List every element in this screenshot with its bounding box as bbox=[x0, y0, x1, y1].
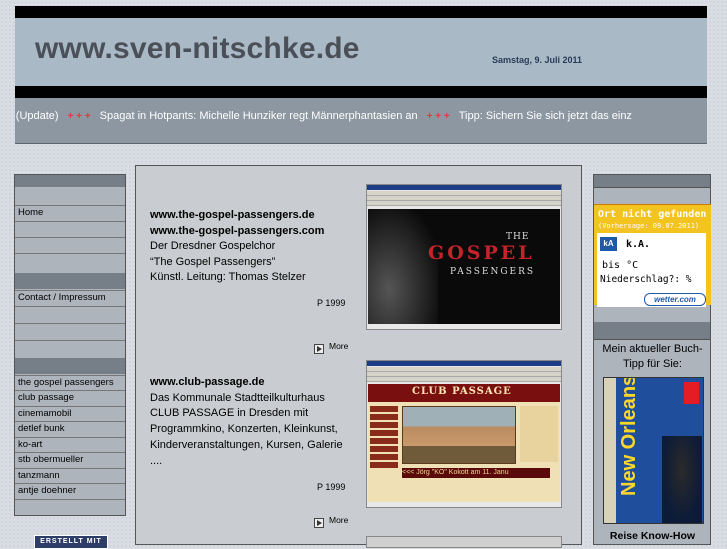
entry-text: Kinderveranstaltungen, Kursen, Galerie bbox=[150, 439, 343, 451]
ticker-item[interactable]: rt (Update) bbox=[15, 110, 59, 122]
nav-spacer bbox=[15, 221, 125, 236]
entry-year: P 1999 bbox=[317, 482, 346, 492]
erstellt-mit-badge[interactable]: ERSTELLT MIT bbox=[34, 535, 108, 549]
weather-widget[interactable]: Ort nicht gefunden (Vorhersage: 09.07.20… bbox=[594, 204, 711, 307]
browser-addressbar bbox=[367, 201, 561, 206]
weather-location: Ort nicht gefunden bbox=[598, 209, 707, 220]
news-ticker: rt (Update) + + + Spagat in Hotpants: Mich… bbox=[15, 98, 707, 144]
nav-spacer bbox=[15, 253, 125, 268]
gospel-logo-the: THE bbox=[506, 232, 530, 242]
book-cover-title: New Orleans bbox=[618, 377, 640, 496]
ticker-item[interactable]: Spagat in Hotpants: Michelle Hunziker re… bbox=[100, 110, 418, 122]
more-arrow-icon[interactable] bbox=[314, 518, 324, 528]
nav-item-antje-doehner[interactable]: antje doehner bbox=[15, 483, 125, 498]
book-cover-image[interactable]: New Orleans bbox=[603, 377, 704, 524]
entry-text: CLUB PASSAGE in Dresden mit bbox=[150, 407, 309, 419]
nav-spacer bbox=[15, 306, 125, 321]
gospel-passengers-screenshot[interactable]: THE GOSPEL PASSENGERS bbox=[366, 184, 562, 330]
entry-link[interactable]: www.club-passage.de bbox=[150, 376, 265, 388]
weather-temperature: bis °C bbox=[602, 260, 639, 271]
club-sidebar bbox=[520, 406, 558, 462]
sidebar-section-divider bbox=[594, 322, 710, 339]
nav-spacer bbox=[15, 499, 125, 515]
ticker-separator: + + + bbox=[67, 111, 91, 122]
entry-link[interactable]: www.the-gospel-passengers.de bbox=[150, 209, 315, 221]
site-title[interactable]: www.sven-nitschke.de bbox=[35, 32, 360, 66]
nav-header bbox=[15, 175, 125, 187]
ticker-item[interactable]: Tipp: Sichern Sie sich jetzt das einz bbox=[459, 110, 632, 122]
nav-item-contact[interactable]: Contact / Impressum bbox=[15, 290, 125, 305]
railway-tracks-image bbox=[368, 209, 438, 324]
nav-item-gospel-passengers[interactable]: the gospel passengers bbox=[15, 375, 125, 390]
browser-addressbar bbox=[367, 377, 561, 382]
nav-spacer bbox=[15, 340, 125, 355]
club-passage-screenshot[interactable]: CLUB PASSAGE <<< Jörg "KO" Kokott am 11.… bbox=[366, 360, 562, 508]
entry-text: “The Gospel Passengers” bbox=[150, 256, 276, 268]
browser-titlebar bbox=[367, 361, 561, 366]
sidebar-header bbox=[594, 175, 710, 187]
club-menu bbox=[370, 406, 398, 476]
nav-item-tanzmann[interactable]: tanzmann bbox=[15, 468, 125, 483]
nav-spacer bbox=[15, 237, 125, 252]
left-navigation: Home Contact / Impressum the gospel pass… bbox=[14, 174, 126, 516]
entry-link[interactable]: www.the-gospel-passengers.com bbox=[150, 225, 324, 237]
current-date: Samstag, 9. Juli 2011 bbox=[492, 55, 583, 65]
entry-text: Programmkino, Konzerten, Kleinkunst, bbox=[150, 423, 338, 435]
nav-section-divider bbox=[15, 358, 125, 374]
gospel-logo-sub: PASSENGERS bbox=[450, 267, 536, 277]
nav-item-ko-art[interactable]: ko-art bbox=[15, 437, 125, 452]
entry-year: P 1999 bbox=[317, 298, 346, 308]
book-caption[interactable]: Reise Know-How bbox=[594, 530, 711, 542]
book-tip-heading: Mein aktueller Buch-Tipp für Sie: bbox=[602, 343, 703, 370]
trumpet-player-image bbox=[662, 436, 702, 523]
nav-item-cinemamobil[interactable]: cinemamobil bbox=[15, 406, 125, 421]
club-passage-page: CLUB PASSAGE <<< Jörg "KO" Kokott am 11.… bbox=[368, 384, 560, 502]
reise-know-how-tag bbox=[684, 382, 699, 404]
entry-text: Künstl. Leitung: Thomas Stelzer bbox=[150, 271, 306, 283]
club-ticker: <<< Jörg "KO" Kokott am 11. Janu bbox=[402, 468, 550, 478]
more-arrow-icon[interactable] bbox=[314, 344, 324, 354]
entry-text: Der Dresdner Gospelchor bbox=[150, 240, 276, 252]
nav-spacer bbox=[15, 323, 125, 338]
wetter-com-logo[interactable]: wetter.com bbox=[644, 293, 706, 306]
building-photo bbox=[402, 406, 516, 464]
weather-forecast-date: (Vorhersage: 09.07.2011) bbox=[598, 222, 700, 230]
entry-text: Das Kommunale Stadtteilkulturhaus bbox=[150, 392, 325, 404]
weather-condition-icon: kA bbox=[600, 237, 617, 251]
entry-text: .... bbox=[150, 455, 163, 467]
ticker-separator: + + + bbox=[426, 111, 450, 122]
nav-item-stb-obermueller[interactable]: stb obermueller bbox=[15, 452, 125, 467]
nav-section-divider bbox=[15, 273, 125, 289]
gospel-logo: GOSPEL bbox=[428, 242, 535, 264]
nav-item-club-passage[interactable]: club passage bbox=[15, 390, 125, 405]
weather-precipitation: Niederschlag?: % bbox=[600, 274, 692, 285]
more-link[interactable]: More bbox=[329, 515, 348, 525]
more-link[interactable]: More bbox=[329, 341, 348, 351]
browser-titlebar bbox=[367, 185, 561, 190]
club-logo: CLUB PASSAGE bbox=[412, 386, 512, 397]
gospel-page: THE GOSPEL PASSENGERS bbox=[368, 209, 560, 324]
third-screenshot[interactable] bbox=[366, 536, 562, 548]
nav-item-home[interactable]: Home bbox=[15, 205, 125, 220]
nav-item-detlef-bunk[interactable]: detlef bunk bbox=[15, 421, 125, 436]
weather-condition: k.A. bbox=[626, 239, 651, 250]
